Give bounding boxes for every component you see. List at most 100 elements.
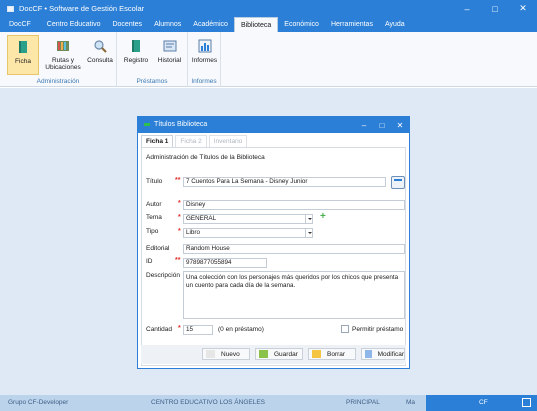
status-bar: Grupo CF-Developer CENTRO EDUCATIVO LOS … <box>0 395 537 411</box>
guardar-button[interactable]: Guardar <box>255 348 303 360</box>
permitir-label: Permitir préstamo <box>352 325 404 333</box>
id-field[interactable]: 9789877055894 <box>183 258 267 268</box>
required-mark: ** <box>175 257 181 264</box>
registro-button[interactable]: Registro <box>121 35 151 75</box>
delete-icon <box>312 350 321 358</box>
tipo-select[interactable]: Libro <box>183 228 313 238</box>
editorial-field[interactable]: Random House <box>183 244 405 254</box>
required-mark: * <box>178 200 181 207</box>
required-mark: ** <box>175 177 181 184</box>
tema-select[interactable]: GENERAL <box>183 214 313 224</box>
informes-label: Informes <box>191 57 218 64</box>
historial-button[interactable]: Historial <box>154 35 185 75</box>
ribbon-group-administracion: Ficha Rutas y Ubicaciones Consulta Admin… <box>0 32 117 87</box>
menu-ayuda[interactable]: Ayuda <box>379 17 411 32</box>
historial-label: Historial <box>157 57 182 64</box>
app-icon <box>7 5 14 12</box>
tipo-value: Libro <box>186 229 201 236</box>
book-icon <box>132 40 140 52</box>
autor-field[interactable]: Disney <box>183 200 405 210</box>
window-title: DocCF • Software de Gestión Escolar <box>19 4 145 13</box>
menu-alumnos[interactable]: Alumnos <box>148 17 187 32</box>
borrar-label: Borrar <box>327 350 346 358</box>
titulos-biblioteca-dialog: Títulos Biblioteca – □ ✕ Ficha 1 Ficha 2… <box>137 116 410 369</box>
maximize-icon[interactable]: □ <box>373 117 391 133</box>
permitir-prestamo-checkbox[interactable]: Permitir préstamo <box>341 325 403 333</box>
menu-economico[interactable]: Económico <box>278 17 325 32</box>
image-button[interactable] <box>391 176 405 189</box>
dialog-tabs: Ficha 1 Ficha 2 Inventario <box>141 135 249 147</box>
dialog-controls: – □ ✕ <box>355 117 409 133</box>
required-mark: * <box>178 228 181 235</box>
informes-button[interactable]: Informes <box>190 35 219 75</box>
close-icon[interactable]: ✕ <box>391 117 409 133</box>
tab-ficha-1[interactable]: Ficha 1 <box>141 135 174 147</box>
ficha-label: Ficha <box>15 58 31 65</box>
action-bar: Nuevo Guardar Borrar Modificar <box>141 345 406 364</box>
ribbon-group-prestamos: Registro Historial Préstamos <box>117 32 188 87</box>
group-label-administracion: Administración <box>36 78 80 85</box>
save-icon <box>259 350 268 358</box>
checkbox-box[interactable] <box>341 325 349 333</box>
shelf-icon <box>57 41 69 51</box>
magnifier-icon <box>94 40 107 53</box>
form-heading: Administración de Títulos de la Bibliote… <box>146 154 265 161</box>
book-icon <box>19 41 27 53</box>
modificar-button[interactable]: Modificar <box>361 348 405 360</box>
tipo-label: Tipo <box>146 228 159 235</box>
consulta-button[interactable]: Consulta <box>85 35 115 75</box>
dialog-title: Títulos Biblioteca <box>154 121 208 128</box>
menu-herramientas[interactable]: Herramientas <box>325 17 379 32</box>
dialog-title-bar: Títulos Biblioteca – □ ✕ <box>138 117 409 133</box>
new-icon <box>206 350 215 358</box>
minimize-icon[interactable]: – <box>453 0 481 17</box>
consulta-label: Consulta <box>87 57 113 64</box>
ficha-button[interactable]: Ficha <box>7 35 39 75</box>
rutas-label: Rutas y Ubicaciones <box>45 57 81 71</box>
menu-bar: DocCF Centro Educativo Docentes Alumnos … <box>0 17 537 32</box>
status-level: PRINCIPAL <box>346 399 380 406</box>
minimize-icon[interactable]: – <box>355 117 373 133</box>
titulo-field[interactable]: 7 Cuentos Para La Semana - Disney Junior <box>183 177 386 187</box>
status-group: Grupo CF-Developer <box>8 399 69 406</box>
chevron-down-icon <box>305 229 312 237</box>
modificar-label: Modificar <box>377 350 404 358</box>
tab-ficha-2[interactable]: Ficha 2 <box>175 135 207 147</box>
tab-inventario[interactable]: Inventario <box>208 135 248 147</box>
window-controls: – □ ✕ <box>453 0 537 17</box>
editorial-label: Editorial <box>146 245 170 252</box>
chevron-down-icon <box>305 215 312 223</box>
group-label-informes: Informes <box>191 78 217 85</box>
cantidad-field[interactable]: 15 <box>183 325 213 335</box>
en-prestamo-label: (0 en préstamo) <box>218 326 264 333</box>
descripcion-field[interactable]: Una colección con los personajes más que… <box>183 271 405 319</box>
maximize-icon[interactable]: □ <box>481 0 509 17</box>
descripcion-label: Descripción <box>146 272 180 279</box>
menu-docentes[interactable]: Docentes <box>106 17 148 32</box>
report-icon <box>198 39 211 53</box>
titulo-label: Título <box>146 178 163 185</box>
status-school: CENTRO EDUCATIVO LOS ÁNGELES <box>151 399 266 406</box>
title-bar: DocCF • Software de Gestión Escolar – □ … <box>0 0 537 17</box>
status-user: Ma <box>406 399 416 406</box>
required-mark: * <box>178 325 181 332</box>
menu-academico[interactable]: Académico <box>187 17 234 32</box>
dialog-body: Administración de Títulos de la Bibliote… <box>141 147 406 366</box>
guardar-label: Guardar <box>274 350 298 358</box>
add-tema-icon[interactable]: + <box>320 211 326 222</box>
id-label: ID <box>146 258 153 265</box>
required-mark: * <box>178 214 181 221</box>
borrar-button[interactable]: Borrar <box>308 348 356 360</box>
dialog-icon <box>144 123 150 126</box>
close-icon[interactable]: ✕ <box>509 0 537 17</box>
calendar-icon[interactable] <box>522 398 531 407</box>
menu-biblioteca[interactable]: Biblioteca <box>233 17 279 32</box>
menu-centro-educativo[interactable]: Centro Educativo <box>41 17 107 32</box>
edit-icon <box>365 350 372 358</box>
history-icon <box>163 40 176 52</box>
group-label-prestamos: Préstamos <box>136 78 168 85</box>
cantidad-label: Cantidad <box>146 326 173 333</box>
menu-doccf[interactable]: DocCF <box>0 17 41 32</box>
rutas-ubicaciones-button[interactable]: Rutas y Ubicaciones <box>43 35 83 75</box>
nuevo-button[interactable]: Nuevo <box>202 348 250 360</box>
